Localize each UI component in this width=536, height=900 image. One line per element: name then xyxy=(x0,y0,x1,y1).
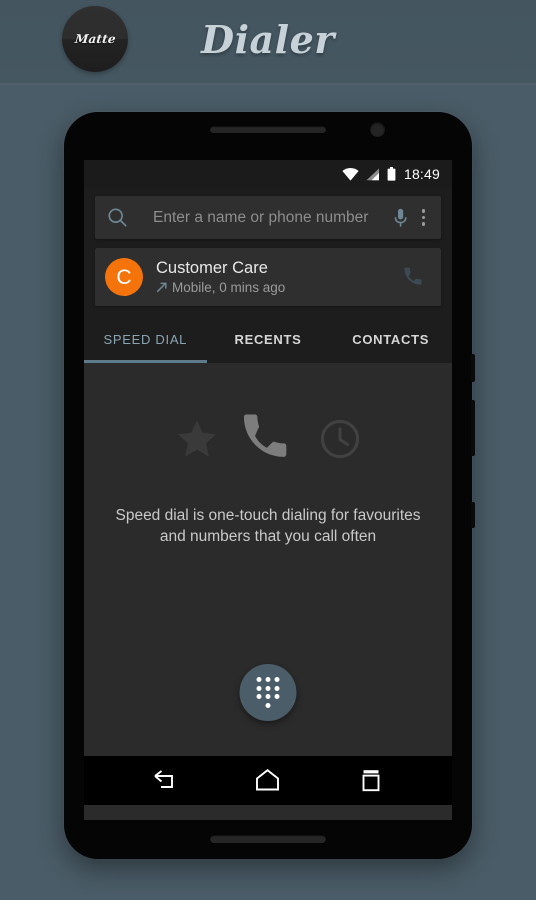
tab-recents[interactable]: RECENTS xyxy=(207,316,330,363)
phone-screen: 18:49 Enter a name or phone number C Cus… xyxy=(84,160,452,820)
tab-contacts[interactable]: CONTACTS xyxy=(329,316,452,363)
dialpad-row xyxy=(265,702,271,708)
contact-card-text: Customer Care Mobile, 0 mins ago xyxy=(143,259,402,296)
status-bar-clock: 18:49 xyxy=(403,166,440,182)
overflow-dot xyxy=(421,222,425,226)
star-icon xyxy=(174,417,220,466)
speed-dial-pane: Speed dial is one-touch dialing for favo… xyxy=(84,363,452,756)
tab-bar: SPEED DIAL RECENTS CONTACTS xyxy=(84,316,452,363)
contact-name: Customer Care xyxy=(156,258,268,277)
clock-icon xyxy=(318,417,362,466)
promo-header: Matte Dialer xyxy=(0,0,536,84)
search-input[interactable]: Enter a name or phone number xyxy=(128,209,394,227)
battery-icon xyxy=(387,167,396,181)
empty-state-icons xyxy=(84,363,452,475)
dialpad-fab-button[interactable] xyxy=(239,664,297,721)
home-icon[interactable] xyxy=(240,759,296,803)
tab-label: CONTACTS xyxy=(352,332,430,347)
contact-subtitle-row: Mobile, 0 mins ago xyxy=(156,280,402,296)
cellular-signal-icon xyxy=(366,168,380,181)
android-navigation-bar xyxy=(84,756,452,805)
empty-state-message: Speed dial is one-touch dialing for favo… xyxy=(115,507,421,545)
contact-card[interactable]: C Customer Care Mobile, 0 mins ago xyxy=(95,248,441,306)
app-bar: Enter a name or phone number xyxy=(84,188,452,248)
earpiece-speaker xyxy=(210,126,326,133)
contact-subtitle: Mobile, 0 mins ago xyxy=(172,279,286,295)
outgoing-call-arrow-icon xyxy=(156,282,167,293)
avatar-letter: C xyxy=(116,265,132,289)
overflow-dot xyxy=(421,209,425,213)
dialpad-row xyxy=(256,685,280,691)
search-bar[interactable]: Enter a name or phone number xyxy=(95,196,441,239)
side-button[interactable] xyxy=(471,502,475,528)
phone-icon xyxy=(238,408,300,475)
contact-card-container: C Customer Care Mobile, 0 mins ago xyxy=(84,248,452,316)
microphone-icon[interactable] xyxy=(394,208,407,228)
volume-button[interactable] xyxy=(471,400,475,456)
app-title: Dialer xyxy=(201,17,335,62)
front-camera xyxy=(370,122,385,137)
avatar: C xyxy=(105,258,143,296)
phone-device-frame: 18:49 Enter a name or phone number C Cus… xyxy=(64,112,475,859)
power-button[interactable] xyxy=(471,354,475,382)
back-icon[interactable] xyxy=(137,759,193,803)
wifi-icon xyxy=(342,167,359,181)
dialpad-icon xyxy=(256,677,280,708)
recents-icon[interactable] xyxy=(343,759,399,803)
phone-icon[interactable] xyxy=(402,265,427,290)
status-bar: 18:49 xyxy=(84,160,452,188)
dialpad-row xyxy=(256,677,280,683)
bottom-speaker xyxy=(210,835,326,843)
tab-label: RECENTS xyxy=(234,332,302,347)
overflow-menu-icon[interactable] xyxy=(419,205,429,230)
search-icon[interactable] xyxy=(107,207,128,228)
tab-label: SPEED DIAL xyxy=(103,332,188,347)
overflow-dot xyxy=(421,215,425,220)
dialpad-row xyxy=(256,694,280,700)
tab-speed-dial[interactable]: SPEED DIAL xyxy=(84,316,207,363)
